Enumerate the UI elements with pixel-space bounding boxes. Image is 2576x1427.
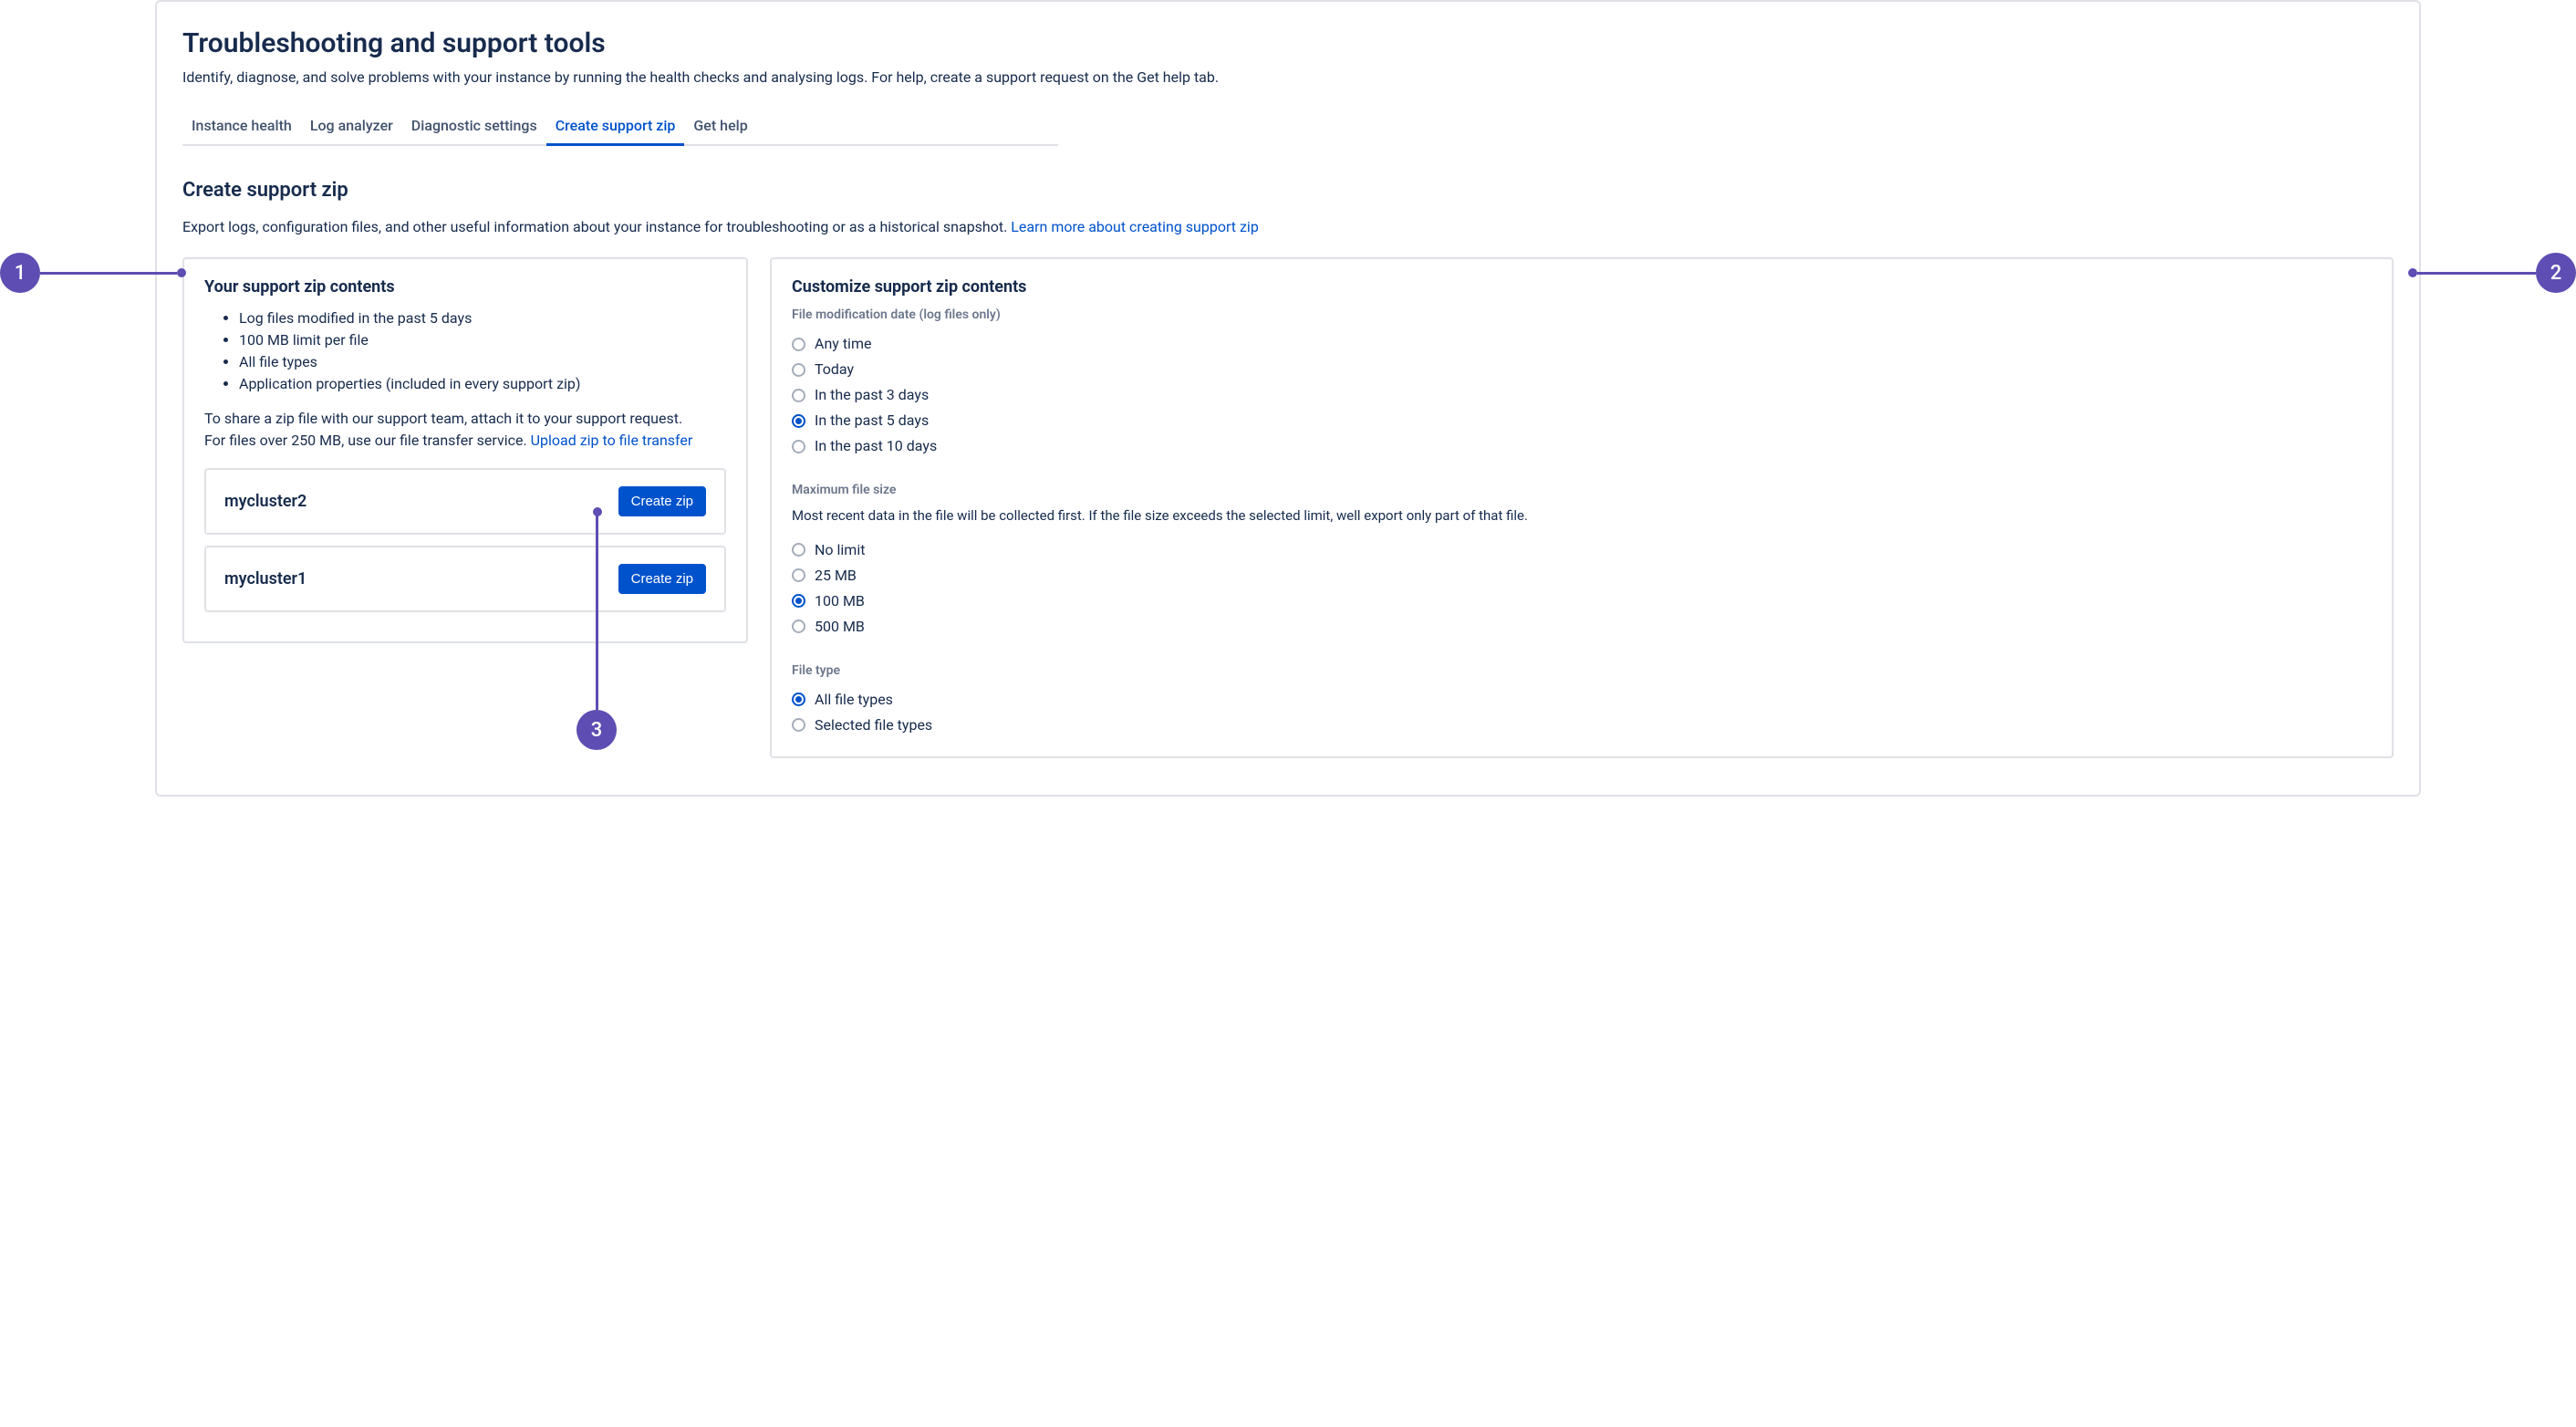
annotation-dot bbox=[177, 268, 186, 277]
radio-icon bbox=[792, 363, 805, 377]
radio-label: Selected file types bbox=[815, 714, 932, 736]
radio-past-3-days[interactable]: In the past 3 days bbox=[792, 382, 2372, 408]
mod-date-label: File modification date (log files only) bbox=[792, 307, 2372, 322]
section-description-text: Export logs, configuration files, and ot… bbox=[182, 218, 1011, 235]
create-zip-button[interactable]: Create zip bbox=[618, 564, 706, 594]
share-line-1: To share a zip file with our support tea… bbox=[204, 410, 682, 427]
radio-label: No limit bbox=[815, 539, 865, 561]
share-instructions: To share a zip file with our support tea… bbox=[204, 408, 726, 452]
contents-summary-list: Log files modified in the past 5 days 10… bbox=[204, 307, 726, 395]
radio-label: 25 MB bbox=[815, 565, 857, 587]
file-type-group: File type All file types Selected file t… bbox=[792, 663, 2372, 738]
radio-no-limit[interactable]: No limit bbox=[792, 537, 2372, 563]
annotation-badge-1: 1 bbox=[0, 253, 40, 293]
annotation-line bbox=[40, 272, 177, 275]
annotation-line bbox=[596, 513, 598, 710]
radio-icon bbox=[792, 338, 805, 351]
cluster-row: mycluster1 Create zip bbox=[204, 546, 726, 612]
tab-instance-health[interactable]: Instance health bbox=[182, 111, 301, 146]
radio-label: Today bbox=[815, 359, 854, 380]
radio-label: In the past 5 days bbox=[815, 410, 929, 432]
page-description: Identify, diagnose, and solve problems w… bbox=[182, 68, 2394, 86]
radio-label: In the past 10 days bbox=[815, 435, 937, 457]
radio-label: All file types bbox=[815, 689, 893, 711]
page-title: Troubleshooting and support tools bbox=[182, 27, 2394, 59]
tab-create-support-zip[interactable]: Create support zip bbox=[546, 111, 685, 146]
radio-icon bbox=[792, 440, 805, 453]
summary-item: 100 MB limit per file bbox=[239, 329, 726, 351]
annotation-line bbox=[2417, 272, 2536, 275]
radio-today[interactable]: Today bbox=[792, 357, 2372, 382]
annotation-dot bbox=[2408, 268, 2417, 277]
cluster-row: mycluster2 Create zip bbox=[204, 468, 726, 535]
cluster-name: mycluster2 bbox=[224, 492, 306, 511]
file-type-label: File type bbox=[792, 663, 2372, 678]
max-size-group: Maximum file size Most recent data in th… bbox=[792, 483, 2372, 640]
section-description: Export logs, configuration files, and ot… bbox=[182, 218, 2394, 235]
learn-more-link[interactable]: Learn more about creating support zip bbox=[1011, 218, 1259, 235]
radio-any-time[interactable]: Any time bbox=[792, 331, 2372, 357]
radio-label: 500 MB bbox=[815, 616, 865, 638]
radio-icon bbox=[792, 718, 805, 732]
radio-selected-file-types[interactable]: Selected file types bbox=[792, 713, 2372, 738]
upload-zip-link[interactable]: Upload zip to file transfer bbox=[531, 432, 693, 449]
radio-25mb[interactable]: 25 MB bbox=[792, 563, 2372, 589]
create-zip-button[interactable]: Create zip bbox=[618, 486, 706, 516]
mod-date-group: File modification date (log files only) … bbox=[792, 307, 2372, 459]
radio-label: In the past 3 days bbox=[815, 384, 929, 406]
annotation-badge-3: 3 bbox=[576, 710, 617, 750]
radio-icon bbox=[792, 620, 805, 633]
share-line-2: For files over 250 MB, use our file tran… bbox=[204, 432, 531, 449]
max-size-description: Most recent data in the file will be col… bbox=[792, 506, 2372, 526]
main-panel: Troubleshooting and support tools Identi… bbox=[155, 0, 2421, 797]
support-zip-contents-card: Your support zip contents Log files modi… bbox=[182, 257, 748, 643]
cluster-name: mycluster1 bbox=[224, 569, 306, 589]
radio-icon bbox=[792, 414, 805, 428]
radio-icon bbox=[792, 543, 805, 557]
tab-diagnostic-settings[interactable]: Diagnostic settings bbox=[402, 111, 546, 146]
customize-card: Customize support zip contents File modi… bbox=[770, 257, 2394, 758]
radio-icon bbox=[792, 568, 805, 582]
summary-item: All file types bbox=[239, 351, 726, 373]
tab-log-analyzer[interactable]: Log analyzer bbox=[301, 111, 402, 146]
radio-past-10-days[interactable]: In the past 10 days bbox=[792, 433, 2372, 459]
tab-get-help[interactable]: Get help bbox=[684, 111, 756, 146]
radio-100mb[interactable]: 100 MB bbox=[792, 589, 2372, 614]
radio-icon bbox=[792, 389, 805, 402]
radio-label: 100 MB bbox=[815, 590, 865, 612]
radio-label: Any time bbox=[815, 333, 871, 355]
radio-icon bbox=[792, 594, 805, 608]
section-title: Create support zip bbox=[182, 179, 2394, 202]
customize-card-title: Customize support zip contents bbox=[792, 277, 2372, 297]
radio-all-file-types[interactable]: All file types bbox=[792, 687, 2372, 713]
annotation-dot bbox=[593, 507, 602, 516]
radio-icon bbox=[792, 693, 805, 706]
radio-past-5-days[interactable]: In the past 5 days bbox=[792, 408, 2372, 433]
radio-500mb[interactable]: 500 MB bbox=[792, 614, 2372, 640]
max-size-label: Maximum file size bbox=[792, 483, 2372, 497]
summary-item: Log files modified in the past 5 days bbox=[239, 307, 726, 329]
contents-card-title: Your support zip contents bbox=[204, 277, 726, 297]
tab-bar: Instance health Log analyzer Diagnostic … bbox=[182, 111, 1058, 146]
annotation-badge-2: 2 bbox=[2536, 253, 2576, 293]
summary-item: Application properties (included in ever… bbox=[239, 373, 726, 395]
